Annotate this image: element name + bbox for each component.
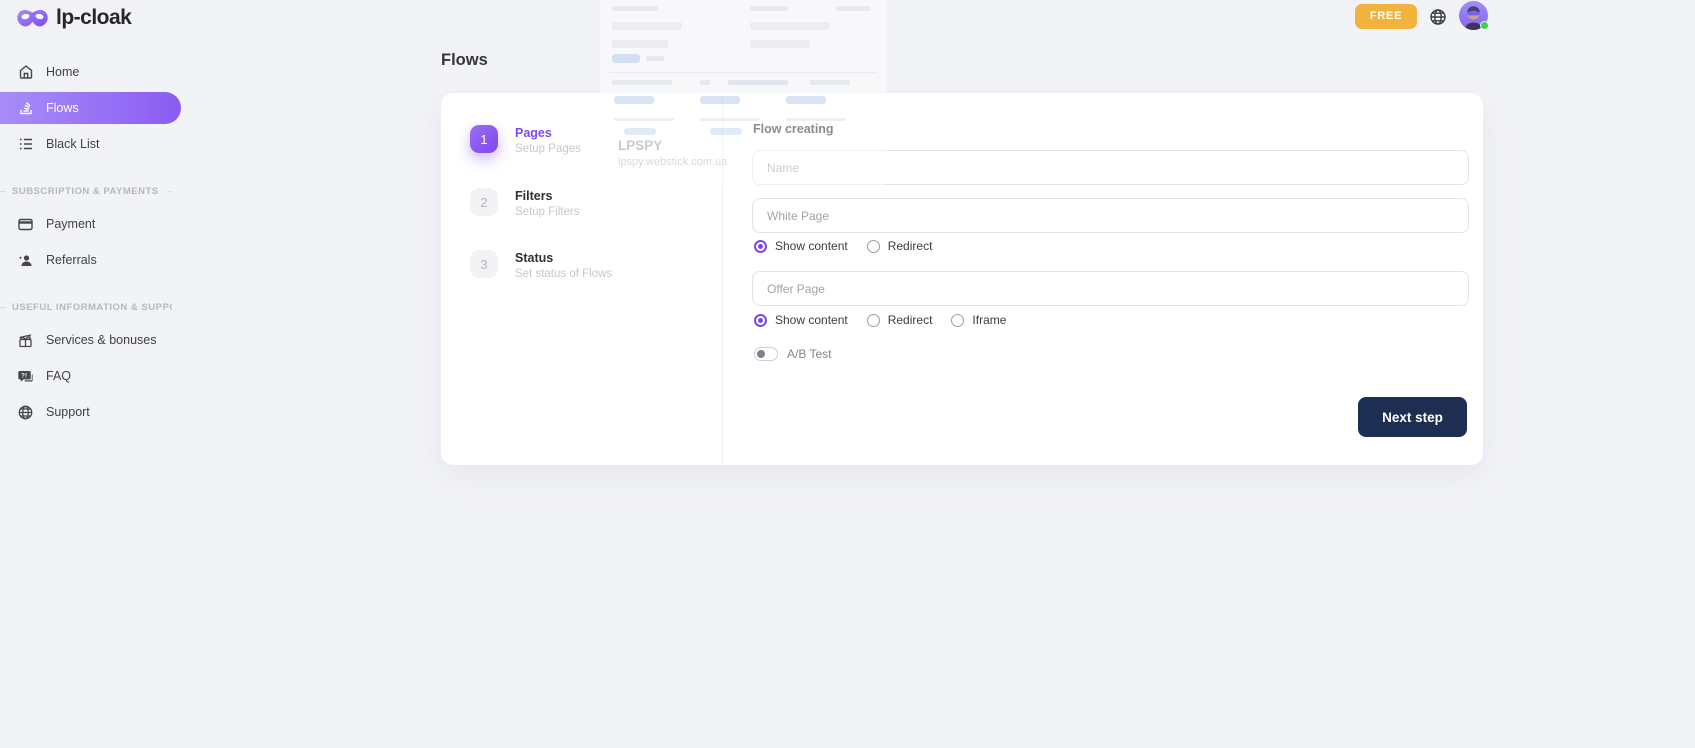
ab-test-toggle[interactable] (754, 347, 778, 361)
radio-label: Redirect (888, 313, 933, 327)
sidebar-item-faq[interactable]: ?! FAQ (0, 361, 172, 391)
flow-name-input[interactable] (752, 150, 1469, 185)
flow-creation-card: 1 Pages Setup Pages 2 Filters Setup Filt… (441, 93, 1483, 465)
home-icon (17, 64, 34, 81)
radio-redirect[interactable]: Redirect (867, 239, 933, 253)
radio-unselected-icon (867, 314, 880, 327)
sidebar-section-payments: SUBSCRIPTION & PAYMENTS Payment (0, 186, 172, 281)
user-avatar[interactable] (1459, 1, 1488, 30)
step-title: Filters (515, 188, 580, 203)
step-title: Status (515, 250, 612, 265)
radio-label: Iframe (972, 313, 1006, 327)
header-actions: FREE (1355, 0, 1488, 30)
sidebar-item-services-bonuses[interactable]: Services & bonuses (0, 325, 172, 355)
sidebar-item-label: Payment (46, 217, 95, 231)
offer-page-mode-options: Show content Redirect Iframe (754, 313, 1006, 327)
step-pages[interactable]: 1 Pages Setup Pages (470, 125, 581, 155)
radio-label: Show content (775, 239, 848, 253)
sidebar-nav: Home Flows (0, 56, 181, 164)
page-title: Flows (441, 51, 488, 70)
sidebar-item-label: Support (46, 405, 90, 419)
mask-icon (16, 7, 49, 29)
step-subtitle: Setup Pages (515, 143, 581, 155)
form-heading: Flow creating (753, 122, 834, 136)
faq-bubble-icon: ?! (17, 368, 34, 385)
step-subtitle: Setup Filters (515, 206, 580, 218)
radio-show-content[interactable]: Show content (754, 313, 848, 327)
sidebar-item-label: Home (46, 65, 79, 79)
flows-icon (17, 100, 34, 117)
radio-redirect[interactable]: Redirect (867, 313, 933, 327)
step-number-badge: 3 (470, 250, 498, 278)
ab-test-label: A/B Test (787, 347, 831, 361)
step-number-badge: 1 (470, 125, 498, 153)
brand-logo[interactable]: lp-cloak (16, 6, 131, 30)
sidebar-section-support: USEFUL INFORMATION & SUPPORT Services & … (0, 302, 172, 433)
step-title: Pages (515, 125, 581, 140)
plan-badge[interactable]: FREE (1355, 4, 1417, 29)
sidebar: lp-cloak Home Flows (0, 0, 181, 748)
support-globe-icon (17, 404, 34, 421)
language-globe-icon[interactable] (1429, 8, 1447, 26)
white-page-mode-options: Show content Redirect (754, 239, 932, 253)
radio-label: Redirect (888, 239, 933, 253)
sidebar-item-support[interactable]: Support (0, 397, 172, 427)
list-icon (17, 136, 34, 153)
referral-user-icon (17, 252, 34, 269)
sidebar-item-label: Flows (46, 101, 79, 115)
svg-text:?!: ?! (21, 372, 27, 379)
step-filters[interactable]: 2 Filters Setup Filters (470, 188, 580, 218)
sidebar-item-referrals[interactable]: Referrals (0, 245, 172, 275)
sidebar-item-flows[interactable]: Flows (0, 92, 181, 124)
online-status-dot (1480, 21, 1489, 30)
sidebar-item-label: Black List (46, 137, 100, 151)
next-step-button[interactable]: Next step (1358, 397, 1467, 437)
section-label: USEFUL INFORMATION & SUPPORT (0, 302, 172, 313)
toggle-knob (757, 350, 765, 358)
radio-unselected-icon (951, 314, 964, 327)
step-subtitle: Set status of Flows (515, 268, 612, 280)
radio-iframe[interactable]: Iframe (951, 313, 1006, 327)
step-status[interactable]: 3 Status Set status of Flows (470, 250, 612, 280)
gift-icon (17, 332, 34, 349)
credit-card-icon (17, 216, 34, 233)
radio-selected-icon (754, 240, 767, 253)
radio-label: Show content (775, 313, 848, 327)
sidebar-item-label: Referrals (46, 253, 97, 267)
sidebar-item-black-list[interactable]: Black List (0, 128, 181, 160)
offer-page-input[interactable] (752, 271, 1469, 306)
sidebar-item-label: Services & bonuses (46, 333, 156, 347)
step-number-badge: 2 (470, 188, 498, 216)
sidebar-item-payment[interactable]: Payment (0, 209, 172, 239)
white-page-input[interactable] (752, 198, 1469, 233)
card-divider (722, 93, 723, 465)
brand-name: lp-cloak (56, 6, 131, 30)
ab-test-toggle-row: A/B Test (754, 347, 831, 361)
section-label: SUBSCRIPTION & PAYMENTS (0, 186, 172, 197)
sidebar-item-home[interactable]: Home (0, 56, 181, 88)
radio-show-content[interactable]: Show content (754, 239, 848, 253)
radio-selected-icon (754, 314, 767, 327)
sidebar-item-label: FAQ (46, 369, 71, 383)
radio-unselected-icon (867, 240, 880, 253)
